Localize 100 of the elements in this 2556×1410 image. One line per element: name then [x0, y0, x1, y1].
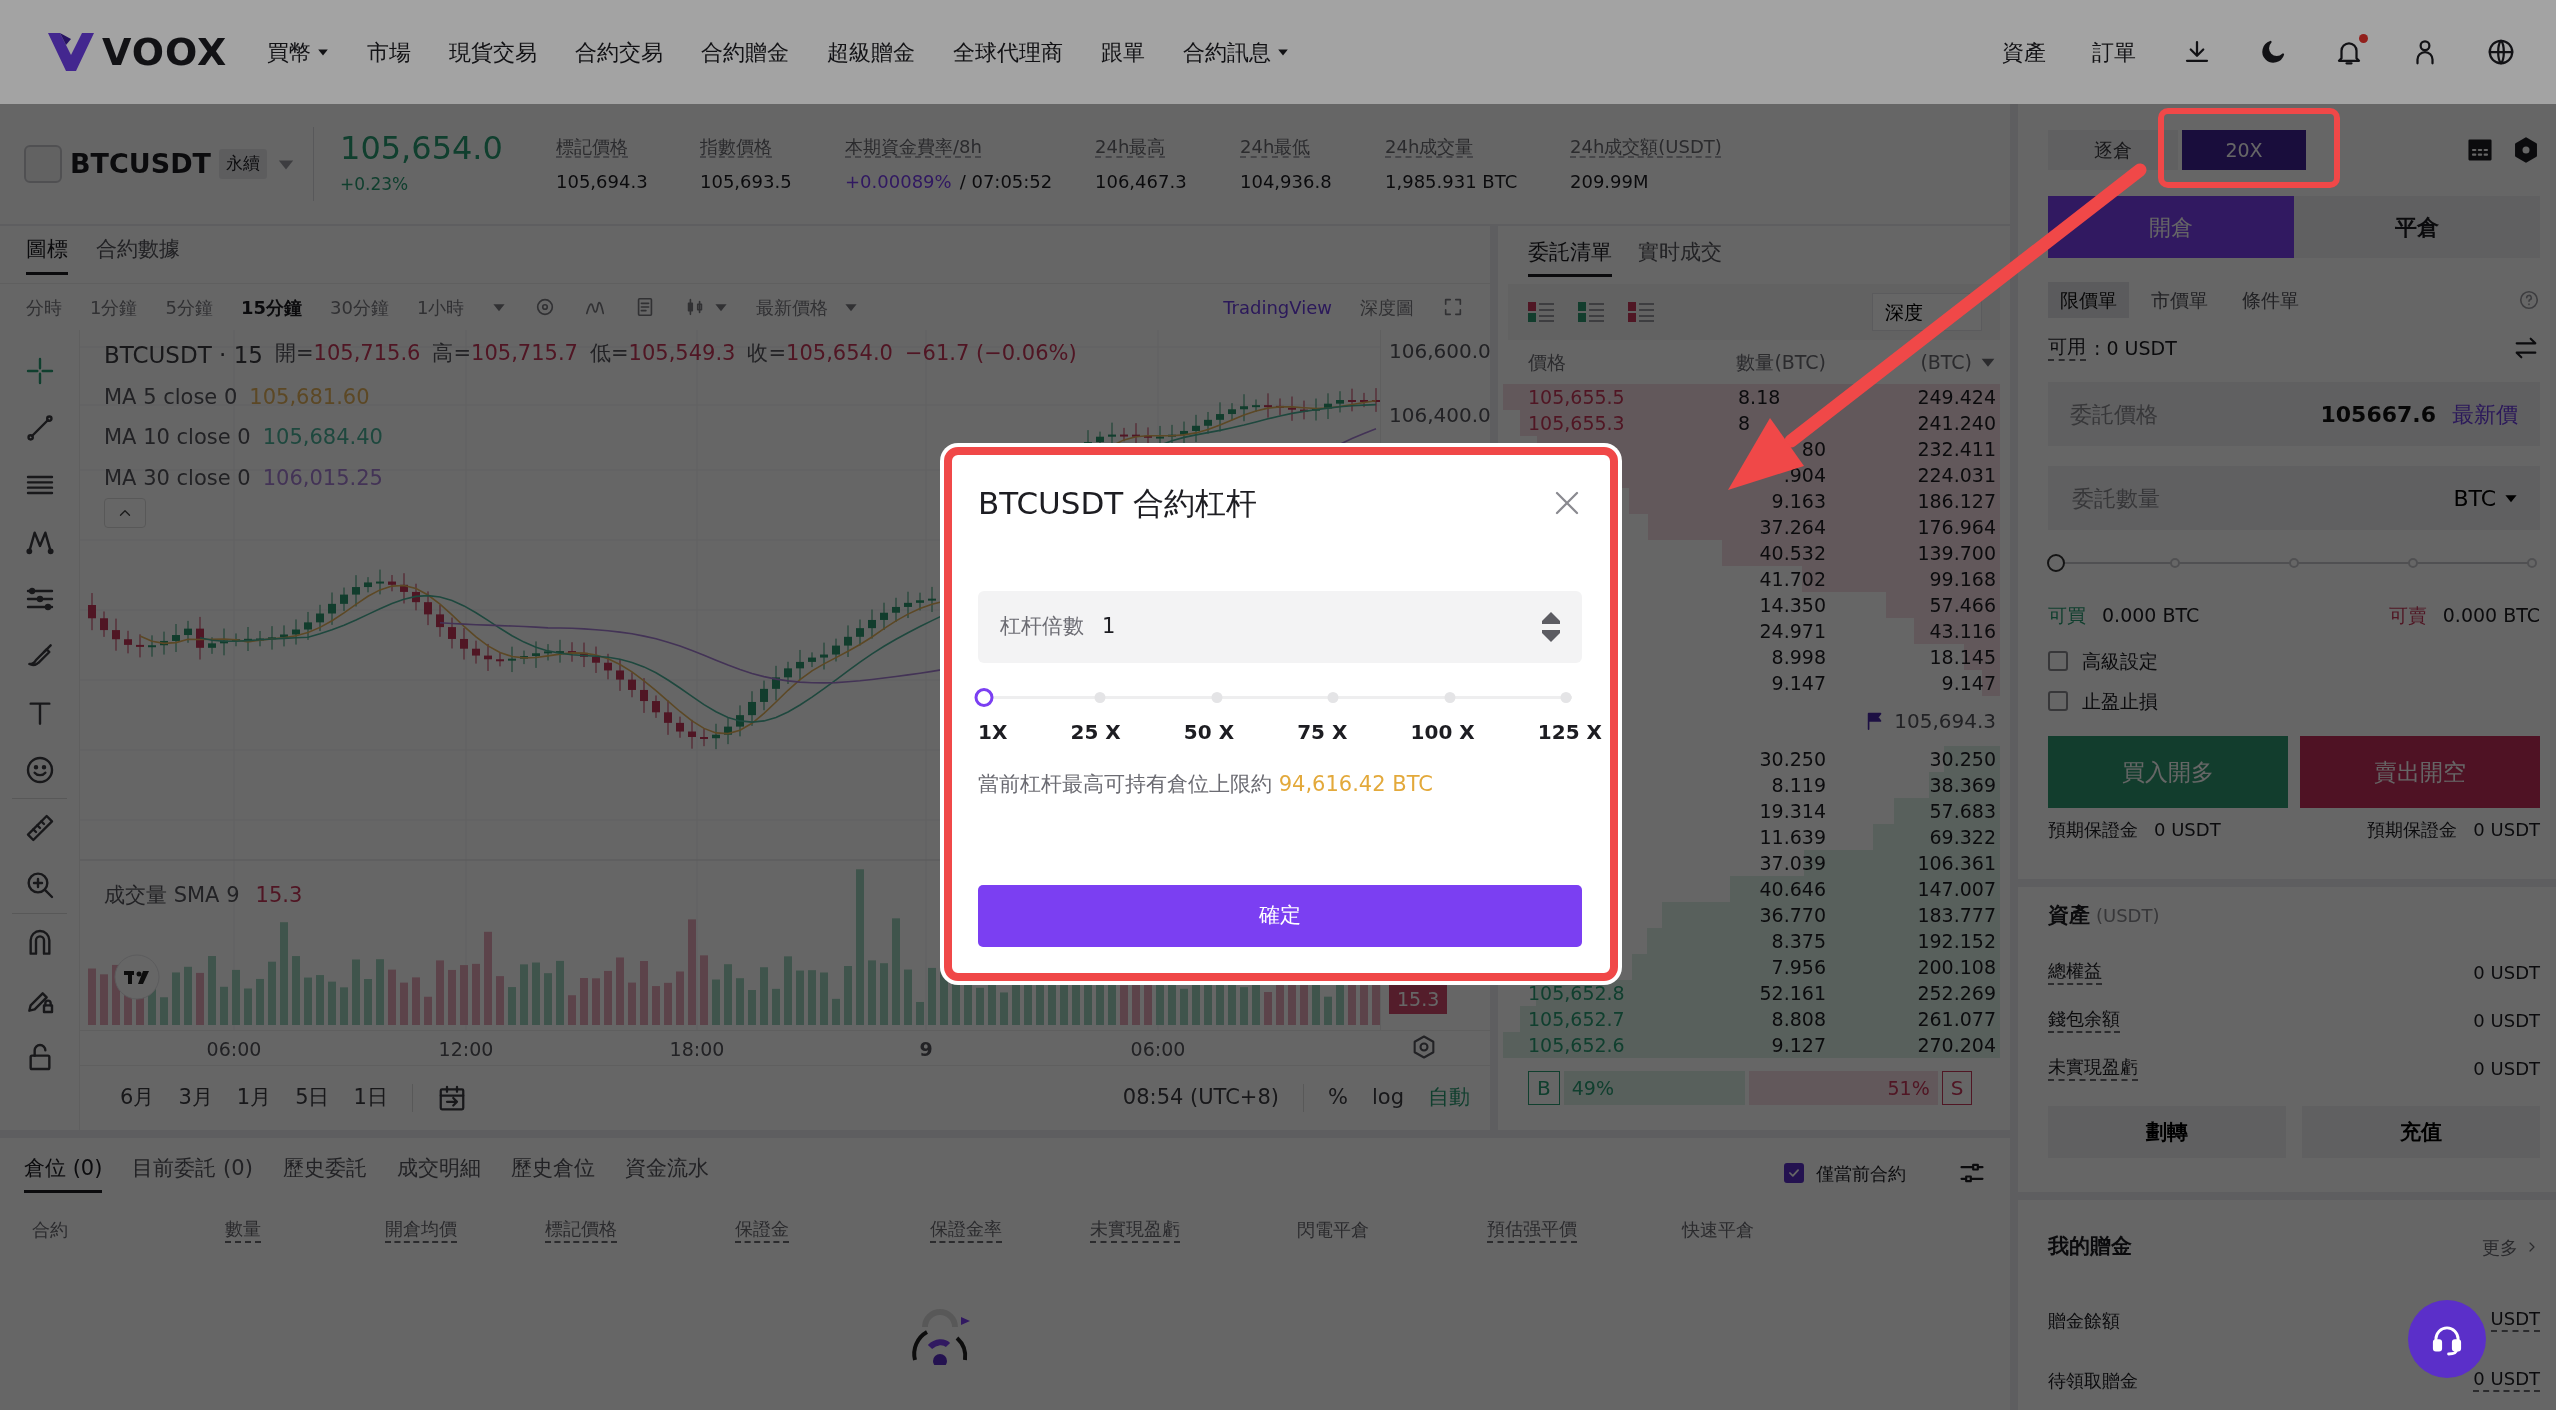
stat-value: +0.00089% — [845, 170, 952, 194]
range-button[interactable]: 1月 — [236, 1082, 272, 1114]
unit-dropdown[interactable]: BTC — [2453, 481, 2518, 515]
quantity-cell: 8.119 — [1771, 773, 1826, 796]
quantity-cell: 36.770 — [1759, 903, 1826, 926]
menu-link[interactable]: 合約交易 — [575, 35, 664, 69]
menu-link[interactable]: 跟單 — [1101, 35, 1146, 69]
total-cell: 192.152 — [1917, 929, 1996, 952]
more-link[interactable]: 更多 — [2482, 1233, 2540, 1261]
quantity-cell: 24.971 — [1759, 619, 1826, 642]
tab[interactable]: 實时成交 — [1638, 236, 1722, 278]
sell-ratio-bar: 51% — [1749, 1071, 1938, 1105]
margin-value: 0 USDT — [2154, 817, 2221, 842]
nav-link[interactable]: 資產 — [2002, 35, 2046, 69]
tab[interactable]: 委託清單 — [1528, 236, 1612, 278]
quantity-cell: 8.808 — [1771, 1007, 1826, 1030]
buy-ratio-bar: 49% — [1563, 1071, 1746, 1105]
total-cell: 200.108 — [1917, 955, 1996, 978]
quantity-cell: 19.314 — [1759, 799, 1826, 822]
order-type-tab[interactable]: 市價單 — [2139, 281, 2220, 319]
scale-option[interactable]: 自動 — [1428, 1082, 1470, 1114]
menu-link[interactable]: 合約贈金 — [701, 35, 790, 69]
bonus-label: 待領取贈金 — [2048, 1368, 2138, 1393]
tab[interactable]: 目前委託 (0) — [132, 1152, 253, 1194]
leverage-button[interactable]: 20X — [2182, 130, 2306, 170]
logo-text[interactable]: VOOX — [102, 23, 228, 81]
stat-value: 105,694.3 — [556, 170, 648, 194]
menu-link[interactable]: 現貨交易 — [449, 35, 538, 69]
quantity-cell: 40.532 — [1759, 541, 1826, 564]
ohlc-value: 低=105,549.3 — [589, 340, 736, 367]
ohlc-value: 高=105,715.7 — [432, 340, 578, 367]
tab[interactable]: 歷史倉位 — [510, 1152, 595, 1194]
stat-label: 24h成交量 — [1385, 135, 1475, 159]
buy-indicator: B — [1528, 1071, 1560, 1105]
price-cell: 105,655.5 — [1528, 385, 1625, 408]
buy-button[interactable]: 買入開多 — [2048, 736, 2288, 808]
menu-link[interactable]: 合約訊息 — [1183, 35, 1290, 69]
total-cell: 147.007 — [1917, 877, 1996, 900]
margin-label: 預期保證金 — [2367, 817, 2458, 842]
menu-link[interactable]: 市場 — [367, 35, 412, 69]
confirm-button[interactable]: 確定 — [978, 885, 1582, 947]
total-cell: 99.168 — [1929, 567, 1996, 590]
range-button[interactable]: 5日 — [295, 1082, 330, 1114]
slider-mark: 25 X — [1070, 719, 1121, 746]
order-type-tab[interactable]: 條件單 — [2230, 281, 2311, 319]
buy-limit-value: 0.000 BTC — [2102, 602, 2200, 628]
tab[interactable]: 歷史委託 — [282, 1152, 367, 1194]
range-button[interactable]: 1日 — [353, 1082, 388, 1114]
margin-mode-button[interactable]: 逐倉 — [2048, 130, 2178, 170]
menu-link[interactable]: 買幣 — [267, 35, 330, 69]
quantity-cell: 8.18 — [1738, 385, 1781, 408]
time-tick: 18:00 — [669, 1037, 725, 1062]
range-button[interactable]: 6月 — [120, 1082, 155, 1114]
stat-label: 24h成交額(USDT) — [1570, 135, 1723, 159]
price-cell: 105,652.8 — [1528, 981, 1625, 1004]
total-cell: 186.127 — [1917, 489, 1996, 512]
column-header: 開倉均價 — [385, 1218, 457, 1243]
scale-option[interactable]: % — [1328, 1082, 1348, 1114]
tab[interactable]: 成交明細 — [396, 1152, 481, 1194]
tab[interactable]: 圖標 — [26, 234, 68, 275]
tradingview-link[interactable]: TradingView — [1223, 293, 1332, 321]
total-cell: 261.077 — [1917, 1007, 1996, 1030]
symbol-name[interactable]: BTCUSDT — [70, 143, 211, 185]
tab[interactable]: 合約數據 — [96, 234, 180, 275]
menu-link[interactable]: 超級贈金 — [827, 35, 916, 69]
section-title: 資產 — [2048, 901, 2090, 929]
total-cell: 183.777 — [1917, 903, 1996, 926]
column-header: 快速平倉 — [1682, 1218, 1754, 1240]
column-header: 價格 — [1528, 349, 1567, 375]
nav-link[interactable]: 訂單 — [2092, 35, 2136, 69]
time-tick: 06:00 — [206, 1037, 262, 1062]
asset-button[interactable]: 充值 — [2302, 1106, 2540, 1159]
interval-tab[interactable]: 15分鐘 — [240, 293, 302, 321]
quantity-cell: .904 — [1783, 463, 1826, 486]
column-header: 數量(BTC) — [1735, 349, 1826, 375]
stat-time: / 07:05:52 — [959, 170, 1053, 194]
last-price: 105,654.0 — [340, 130, 504, 166]
latest-price-button[interactable]: 最新價 — [2452, 397, 2518, 431]
position-limit-text: 當前杠杆最高可持有倉位上限約 94,616.42 BTC — [978, 771, 1434, 798]
quantity-cell: 40.646 — [1759, 877, 1826, 900]
menu-link[interactable]: 全球代理商 — [953, 35, 1064, 69]
tab[interactable]: 倉位 (0) — [24, 1152, 103, 1194]
tab[interactable]: 資金流水 — [624, 1152, 709, 1194]
total-cell: 30.250 — [1929, 747, 1996, 770]
quantity-cell: 8 — [1738, 411, 1751, 434]
asset-button[interactable]: 劃轉 — [2048, 1106, 2286, 1159]
leverage-field[interactable]: 杠杆倍數 1 — [978, 591, 1582, 663]
total-cell: 57.683 — [1929, 799, 1996, 822]
sell-button[interactable]: 賣出開空 — [2300, 736, 2540, 808]
scale-option[interactable]: log — [1372, 1082, 1404, 1114]
order-type-tab[interactable]: 限價單 — [2048, 281, 2129, 319]
column-header: 預估强平價 — [1487, 1218, 1577, 1243]
asset-value: 0 USDT — [2473, 1008, 2540, 1033]
tab[interactable]: 開倉 — [2048, 196, 2294, 258]
column-header: 標記價格 — [545, 1218, 617, 1243]
column-header: 保證金 — [735, 1218, 789, 1243]
column-header: 保證金率 — [930, 1218, 1002, 1243]
range-button[interactable]: 3月 — [178, 1082, 213, 1114]
quantity-cell: 9.163 — [1771, 489, 1826, 512]
time-zone-clock[interactable]: 08:54 (UTC+8) — [1122, 1082, 1279, 1114]
